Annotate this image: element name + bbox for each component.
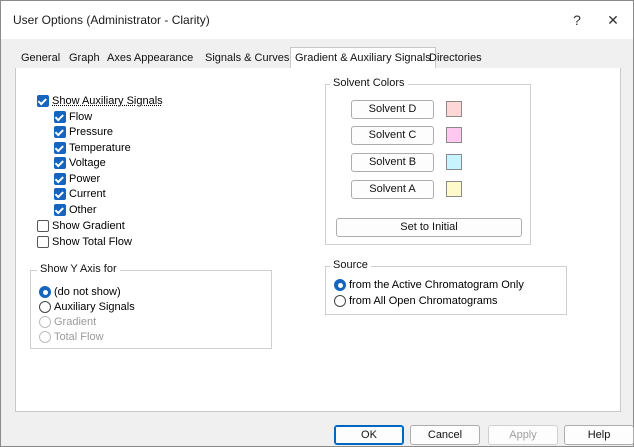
ok-button[interactable]: OK [334,425,404,445]
radio-circle [334,279,346,291]
y-axis-gradient-label: Gradient [54,316,97,328]
flow-label: Flow [69,111,93,123]
checkbox-box [54,126,66,138]
y-axis-none-label: (do not show) [54,286,121,298]
window-title: User Options (Administrator - Clarity) [13,13,210,27]
solvent-a-swatch[interactable] [446,181,462,197]
y-axis-none-radio[interactable]: (do not show) [39,285,121,299]
source-group: Source from the Active Chromatogram Only… [325,259,567,315]
tab-bar: General Graph Axes Appearance Signals & … [15,47,621,70]
power-label: Power [69,173,101,185]
tab-gradient-auxiliary-signals[interactable]: Gradient & Auxiliary Signals [290,47,436,70]
checkbox-box [54,173,66,185]
power-checkbox[interactable]: Power [54,172,100,186]
y-axis-total-flow-label: Total Flow [54,331,104,343]
flow-checkbox[interactable]: Flow [54,110,92,124]
checkbox-box [54,111,66,123]
radio-circle [39,331,51,343]
temperature-checkbox[interactable]: Temperature [54,141,131,155]
solvent-colors-group: Solvent Colors Solvent D Solvent C Solve… [325,77,531,245]
radio-circle [39,286,51,298]
voltage-label: Voltage [69,157,106,169]
y-axis-group: Show Y Axis for (do not show) Auxiliary … [30,263,272,349]
y-axis-aux-label: Auxiliary Signals [54,301,135,313]
source-all-label: from All Open Chromatograms [349,295,498,307]
solvent-c-button[interactable]: Solvent C [351,126,434,145]
voltage-checkbox[interactable]: Voltage [54,156,106,170]
tab-directories[interactable]: Directories [425,50,486,69]
solvent-b-swatch[interactable] [446,154,462,170]
y-axis-gradient-radio: Gradient [39,315,96,329]
tab-signals-curves[interactable]: Signals & Curves [201,50,293,69]
close-icon[interactable]: ✕ [601,9,625,31]
tab-general[interactable]: General [17,50,64,69]
tab-panel: Show Auxiliary Signals Flow Pressure Tem… [15,68,621,412]
radio-circle [39,316,51,328]
radio-circle [334,295,346,307]
help-button[interactable]: Help [564,425,634,445]
solvent-d-button[interactable]: Solvent D [351,100,434,119]
temperature-label: Temperature [69,142,131,154]
checkbox-box [37,236,49,248]
pressure-checkbox[interactable]: Pressure [54,125,113,139]
tab-axes-appearance[interactable]: Axes Appearance [103,50,197,69]
source-title: Source [330,259,371,271]
help-icon[interactable]: ? [565,9,589,31]
solvent-d-swatch[interactable] [446,101,462,117]
show-total-flow-checkbox[interactable]: Show Total Flow [37,235,132,249]
source-all-radio[interactable]: from All Open Chromatograms [334,294,498,308]
current-label: Current [69,188,106,200]
checkbox-box [54,142,66,154]
current-checkbox[interactable]: Current [54,187,106,201]
show-aux-signals-label: Show Auxiliary Signals [52,95,163,107]
source-active-radio[interactable]: from the Active Chromatogram Only [334,278,524,292]
checkbox-box [37,220,49,232]
y-axis-total-flow-radio: Total Flow [39,330,104,344]
checkbox-box [54,157,66,169]
solvent-colors-title: Solvent Colors [330,77,408,89]
options-dialog: User Options (Administrator - Clarity) ?… [0,0,634,447]
other-checkbox[interactable]: Other [54,203,97,217]
checkbox-box [54,204,66,216]
source-active-label: from the Active Chromatogram Only [349,279,524,291]
tab-graph[interactable]: Graph [65,50,104,69]
checkbox-box [54,188,66,200]
solvent-b-button[interactable]: Solvent B [351,153,434,172]
show-aux-signals-checkbox[interactable]: Show Auxiliary Signals [37,94,163,108]
show-total-flow-label: Show Total Flow [52,236,132,248]
solvent-c-swatch[interactable] [446,127,462,143]
other-label: Other [69,204,97,216]
checkbox-box [37,95,49,107]
cancel-button[interactable]: Cancel [410,425,480,445]
set-to-initial-button[interactable]: Set to Initial [336,218,522,237]
show-gradient-checkbox[interactable]: Show Gradient [37,219,125,233]
show-gradient-label: Show Gradient [52,220,125,232]
y-axis-group-title: Show Y Axis for [37,263,120,275]
radio-circle [39,301,51,313]
pressure-label: Pressure [69,126,114,138]
title-bar: User Options (Administrator - Clarity) ?… [1,1,633,39]
solvent-a-button[interactable]: Solvent A [351,180,434,199]
y-axis-aux-radio[interactable]: Auxiliary Signals [39,300,135,314]
apply-button[interactable]: Apply [488,425,558,445]
